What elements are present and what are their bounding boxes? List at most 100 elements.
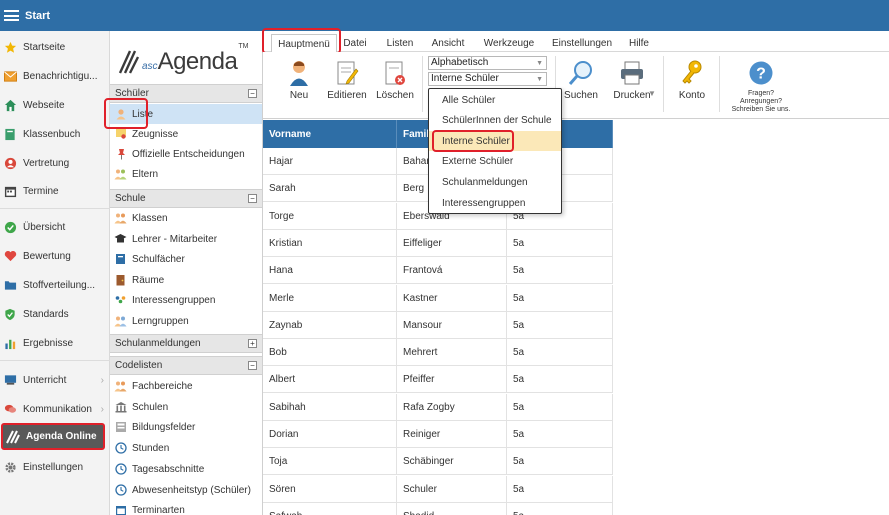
tree-item-tagesabschnitte[interactable]: Tagesabschnitte	[110, 459, 262, 479]
sidebar-item-webseite[interactable]: Webseite	[0, 93, 110, 117]
dropdown-option-interessengruppen[interactable]: Interessengruppen	[429, 193, 561, 213]
sidebar-item-agenda-online[interactable]: Agenda Online	[1, 423, 105, 450]
collapse-toggle-icon[interactable]: −	[248, 361, 257, 370]
sidebar-item-label: Standards	[23, 308, 69, 320]
sidebar-item-kommunikation[interactable]: Kommunikation ›	[0, 397, 110, 421]
collapse-toggle-icon[interactable]: −	[248, 194, 257, 203]
collapse-toggle-icon[interactable]: −	[248, 89, 257, 98]
suchen-button[interactable]: Suchen	[563, 58, 599, 116]
calendar-icon	[114, 504, 127, 515]
sidebar-item-standards[interactable]: Standards	[0, 302, 110, 326]
tree-item-klassen[interactable]: Klassen	[110, 208, 262, 228]
clock-icon	[114, 463, 127, 476]
tree-item-schulen[interactable]: Schulen	[110, 397, 262, 417]
cell-vorname: Hajar	[263, 148, 397, 175]
cell-klasse: 5a	[507, 284, 613, 312]
gear-icon	[3, 460, 17, 474]
loeschen-button[interactable]: Löschen	[376, 58, 414, 116]
cell-vorname: Kristian	[263, 229, 397, 257]
table-row[interactable]: Toja Schäbinger 5a	[263, 448, 613, 476]
editieren-label: Editieren	[327, 90, 367, 101]
table-row[interactable]: Sören Schuler 5a	[263, 475, 613, 503]
sidebar-item-vertretung[interactable]: Vertretung	[0, 151, 110, 175]
drucken-dropdown-arrow-icon[interactable]: ▼	[648, 89, 656, 98]
tree-section-title: Codelisten	[115, 360, 163, 371]
cell-vorname: Torge	[263, 202, 397, 230]
help-line1: Fragen?	[747, 90, 775, 97]
cell-familienname: Schäbinger	[397, 448, 507, 476]
editieren-button[interactable]: Editieren	[325, 58, 369, 116]
tree-item-interessengruppen[interactable]: Interessengruppen	[110, 290, 262, 310]
feedback-button[interactable]: ? Fragen? Anregungen? Schreiben Sie uns.	[728, 58, 794, 116]
tab-ansicht[interactable]: Ansicht	[428, 34, 468, 52]
cell-vorname: Albert	[263, 366, 397, 394]
tree-item-terminarten[interactable]: Terminarten	[110, 500, 262, 515]
neu-button[interactable]: Neu	[287, 58, 311, 116]
tree-item-label: Klassen	[132, 212, 168, 224]
tree-item-raeume[interactable]: Räume	[110, 270, 262, 290]
column-header-vorname[interactable]: Vorname	[263, 120, 397, 148]
sidebar-item-einstellungen[interactable]: Einstellungen	[0, 455, 110, 479]
tree-item-stunden[interactable]: Stunden	[110, 438, 262, 458]
cell-klasse: 5a	[507, 475, 613, 503]
tab-hilfe[interactable]: Hilfe	[625, 34, 653, 52]
table-row[interactable]: Albert Pfeiffer 5a	[263, 366, 613, 394]
tree-section-codelisten[interactable]: Codelisten −	[110, 356, 262, 375]
sidebar-item-benachrichtigungen[interactable]: Benachrichtigu...	[0, 64, 110, 88]
table-row[interactable]: Hana Frantová 5a	[263, 257, 613, 285]
sidebar-item-termine[interactable]: Termine	[0, 179, 110, 203]
tree-item-abwesenheitstyp[interactable]: Abwesenheitstyp (Schüler)	[110, 480, 262, 500]
table-row[interactable]: Dorian Reiniger 5a	[263, 421, 613, 448]
cell-vorname: Hana	[263, 257, 397, 285]
dropdown-option-externe-schueler[interactable]: Externe Schüler	[429, 151, 561, 171]
cell-klasse: 5a	[507, 421, 613, 448]
edit-document-icon	[333, 58, 361, 88]
tree-item-eltern[interactable]: Eltern	[110, 164, 262, 184]
sidebar-item-klassenbuch[interactable]: Klassenbuch	[0, 122, 110, 146]
sidebar-item-unterricht[interactable]: Unterricht ›	[0, 368, 110, 392]
tab-listen[interactable]: Listen	[383, 34, 417, 52]
tree-item-label: Stunden	[132, 442, 170, 454]
printer-icon	[618, 58, 646, 88]
cell-vorname: Zaynab	[263, 311, 397, 339]
sort-select[interactable]: Alphabetisch ▼	[428, 56, 547, 70]
table-row[interactable]: Kristian Eiffeliger 5a	[263, 229, 613, 257]
expand-toggle-icon[interactable]: +	[248, 339, 257, 348]
department-icon	[114, 380, 127, 393]
dropdown-option-schulanmeldungen[interactable]: Schulanmeldungen	[429, 172, 561, 192]
table-row[interactable]: SafwahShadid5a	[263, 502, 613, 515]
cell-vorname: Sören	[263, 475, 397, 503]
key-icon	[678, 58, 706, 88]
tree-section-schulanmeldungen[interactable]: Schulanmeldungen +	[110, 334, 262, 353]
ribbon-divider	[719, 56, 720, 112]
tab-werkzeuge[interactable]: Werkzeuge	[481, 34, 537, 52]
sidebar-item-ergebnisse[interactable]: Ergebnisse	[0, 331, 110, 355]
help-question-icon: ?	[747, 58, 775, 88]
drucken-button[interactable]: Drucken	[608, 58, 656, 116]
sidebar-item-startseite[interactable]: Startseite	[0, 35, 110, 59]
sidebar-item-stoffverteilung[interactable]: Stoffverteilung...	[0, 273, 110, 297]
dropdown-option-schuelerinnen-der-schule[interactable]: SchülerInnen der Schule	[429, 110, 561, 130]
tree-item-schulfaecher[interactable]: Schulfächer	[110, 249, 262, 269]
tree-item-lehrer-mitarbeiter[interactable]: Lehrer - Mitarbeiter	[110, 229, 262, 249]
table-row[interactable]: Zaynab Mansour 5a	[263, 311, 613, 339]
tab-einstellungen[interactable]: Einstellungen	[549, 34, 615, 52]
konto-button[interactable]: Konto	[676, 58, 708, 116]
sidebar-item-label: Kommunikation	[23, 403, 92, 415]
help-line3: Schreiben Sie uns.	[731, 106, 791, 113]
table-row[interactable]: Sabihah Rafa Zogby 5a	[263, 393, 613, 421]
table-row[interactable]: Merle Kastner 5a	[263, 284, 613, 312]
tree-item-bildungsfelder[interactable]: Bildungsfelder	[110, 417, 262, 437]
check-circle-icon	[3, 220, 17, 234]
tab-datei[interactable]: Datei	[339, 34, 371, 52]
table-row[interactable]: Bob Mehrert 5a	[263, 339, 613, 367]
sidebar-item-bewertung[interactable]: Bewertung	[0, 244, 110, 268]
sidebar-item-uebersicht[interactable]: Übersicht	[0, 215, 110, 239]
dropdown-option-alle-schueler[interactable]: Alle Schüler	[429, 90, 561, 110]
tree-item-fachbereiche[interactable]: Fachbereiche	[110, 376, 262, 396]
tree-section-schule[interactable]: Schule −	[110, 189, 262, 208]
tree-item-lerngruppen[interactable]: Lerngruppen	[110, 311, 262, 331]
hamburger-menu-icon[interactable]	[4, 10, 19, 21]
tree-item-offizielle-entscheidungen[interactable]: Offizielle Entscheidungen	[110, 144, 262, 164]
filter-select[interactable]: Interne Schüler ▼	[428, 72, 547, 86]
